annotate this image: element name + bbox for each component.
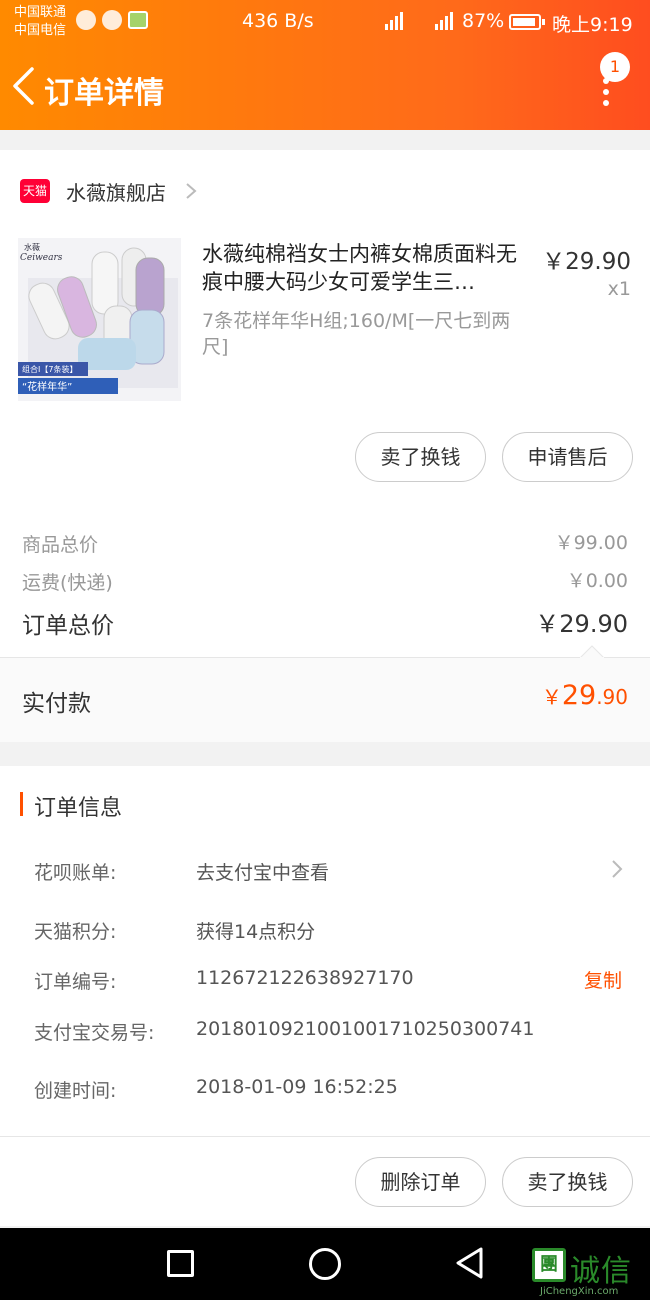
copy-button[interactable]: 复制	[584, 966, 622, 993]
wechat-icon	[102, 10, 122, 30]
net-speed: 436 B/s	[242, 10, 314, 32]
order-number-value: 112672122638927170	[196, 967, 414, 989]
created-time-label: 创建时间:	[34, 1080, 117, 1102]
app-header: 中国联通 中国电信 436 B/s 87% 晚上9:19 订单详情 1	[0, 0, 650, 130]
paid-integer: 29	[561, 680, 597, 711]
points-value: 获得14点积分	[196, 921, 316, 943]
signal-1-icon	[385, 10, 403, 30]
paid-value: ￥29.90	[542, 680, 628, 711]
points-label: 天猫积分:	[34, 921, 117, 943]
recents-icon[interactable]	[167, 1250, 194, 1277]
paid-yen: ￥	[541, 685, 562, 709]
order-total-label: 订单总价	[22, 613, 114, 639]
status-bar: 中国联通 中国电信 436 B/s 87% 晚上9:19	[0, 0, 650, 46]
tmall-logo: 天猫	[20, 179, 50, 203]
home-icon[interactable]	[309, 1248, 341, 1280]
browser-icon	[76, 10, 96, 30]
alipay-trade-label: 支付宝交易号:	[34, 1022, 155, 1044]
back-button[interactable]	[10, 66, 38, 106]
shipping-label: 运费(快递)	[22, 572, 113, 594]
goods-total-value: ￥99.00	[554, 532, 628, 554]
alipay-trade-value: 2018010921001001710250300741	[196, 1018, 535, 1040]
watermark-url: JiChengXin.com	[540, 1286, 619, 1297]
chevron-right-icon[interactable]	[610, 858, 624, 880]
signal-2-icon	[435, 10, 453, 30]
battery-percent: 87%	[462, 10, 505, 32]
image-banner: “花样年华”	[22, 380, 72, 393]
order-info-title: 订单信息	[34, 796, 123, 821]
image-brand-en: Ceiwears	[20, 253, 63, 263]
shipping-value: ￥0.00	[566, 570, 628, 592]
shop-name: 水薇旗舰店	[66, 180, 166, 205]
watermark-logo: 團	[532, 1248, 566, 1282]
image-brand: 水薇	[24, 242, 40, 252]
more-button[interactable]: 1	[594, 48, 634, 108]
created-time-value: 2018-01-09 16:52:25	[196, 1076, 398, 1098]
sell-button[interactable]: 卖了换钱	[355, 432, 486, 482]
chevron-right-icon	[186, 183, 197, 199]
huabei-label: 花呗账单:	[34, 862, 117, 884]
order-total-value: ￥29.90	[535, 610, 628, 638]
paid-label: 实付款	[22, 691, 91, 717]
paid-decimal: .90	[596, 685, 628, 709]
sell-button-footer[interactable]: 卖了换钱	[502, 1157, 633, 1207]
after-sale-button[interactable]: 申请售后	[502, 432, 633, 482]
image-tag: 组合I【7条装】	[22, 364, 77, 374]
order-number-label: 订单编号:	[34, 971, 117, 993]
chevron-left-icon	[13, 67, 34, 105]
product-photo: 水薇 Ceiwears 组合I【7条装】 “花样年华”	[18, 238, 181, 401]
watermark: 團 诚信 JiChengXin.com	[532, 1246, 648, 1298]
product-title[interactable]: 水薇纯棉裆女士内裤女棉质面料无痕中腰大码少女可爱学生三…	[202, 240, 532, 296]
shop-row[interactable]: 天猫 水薇旗舰店	[20, 176, 198, 206]
paid-row: 实付款 ￥29.90	[0, 658, 650, 742]
goods-total-label: 商品总价	[22, 534, 99, 556]
divider	[0, 1136, 650, 1137]
more-vertical-icon	[603, 78, 609, 111]
product-price: ￥29.90	[542, 249, 631, 275]
back-triangle-icon[interactable]	[454, 1246, 484, 1280]
page-title: 订单详情	[44, 76, 164, 111]
carrier-2: 中国电信	[14, 23, 67, 38]
notification-icons	[76, 10, 148, 30]
watermark-text: 诚信	[570, 1254, 632, 1289]
delete-order-button[interactable]: 删除订单	[355, 1157, 486, 1207]
product-sku: 7条花样年华H组;160/M[一尺七到两尺]	[202, 310, 511, 358]
section-accent-bar	[20, 792, 23, 816]
battery-icon	[509, 14, 545, 30]
carrier-info: 中国联通 中国电信	[14, 4, 66, 40]
carrier-1: 中国联通	[14, 5, 67, 20]
caret-up-icon	[580, 645, 604, 658]
product-image[interactable]: 水薇 Ceiwears 组合I【7条装】 “花样年华”	[18, 238, 181, 401]
huabei-link[interactable]: 去支付宝中查看	[196, 858, 329, 885]
product-quantity: x1	[607, 278, 631, 300]
app-notification-icon	[128, 11, 148, 29]
clock: 晚上9:19	[552, 14, 633, 36]
